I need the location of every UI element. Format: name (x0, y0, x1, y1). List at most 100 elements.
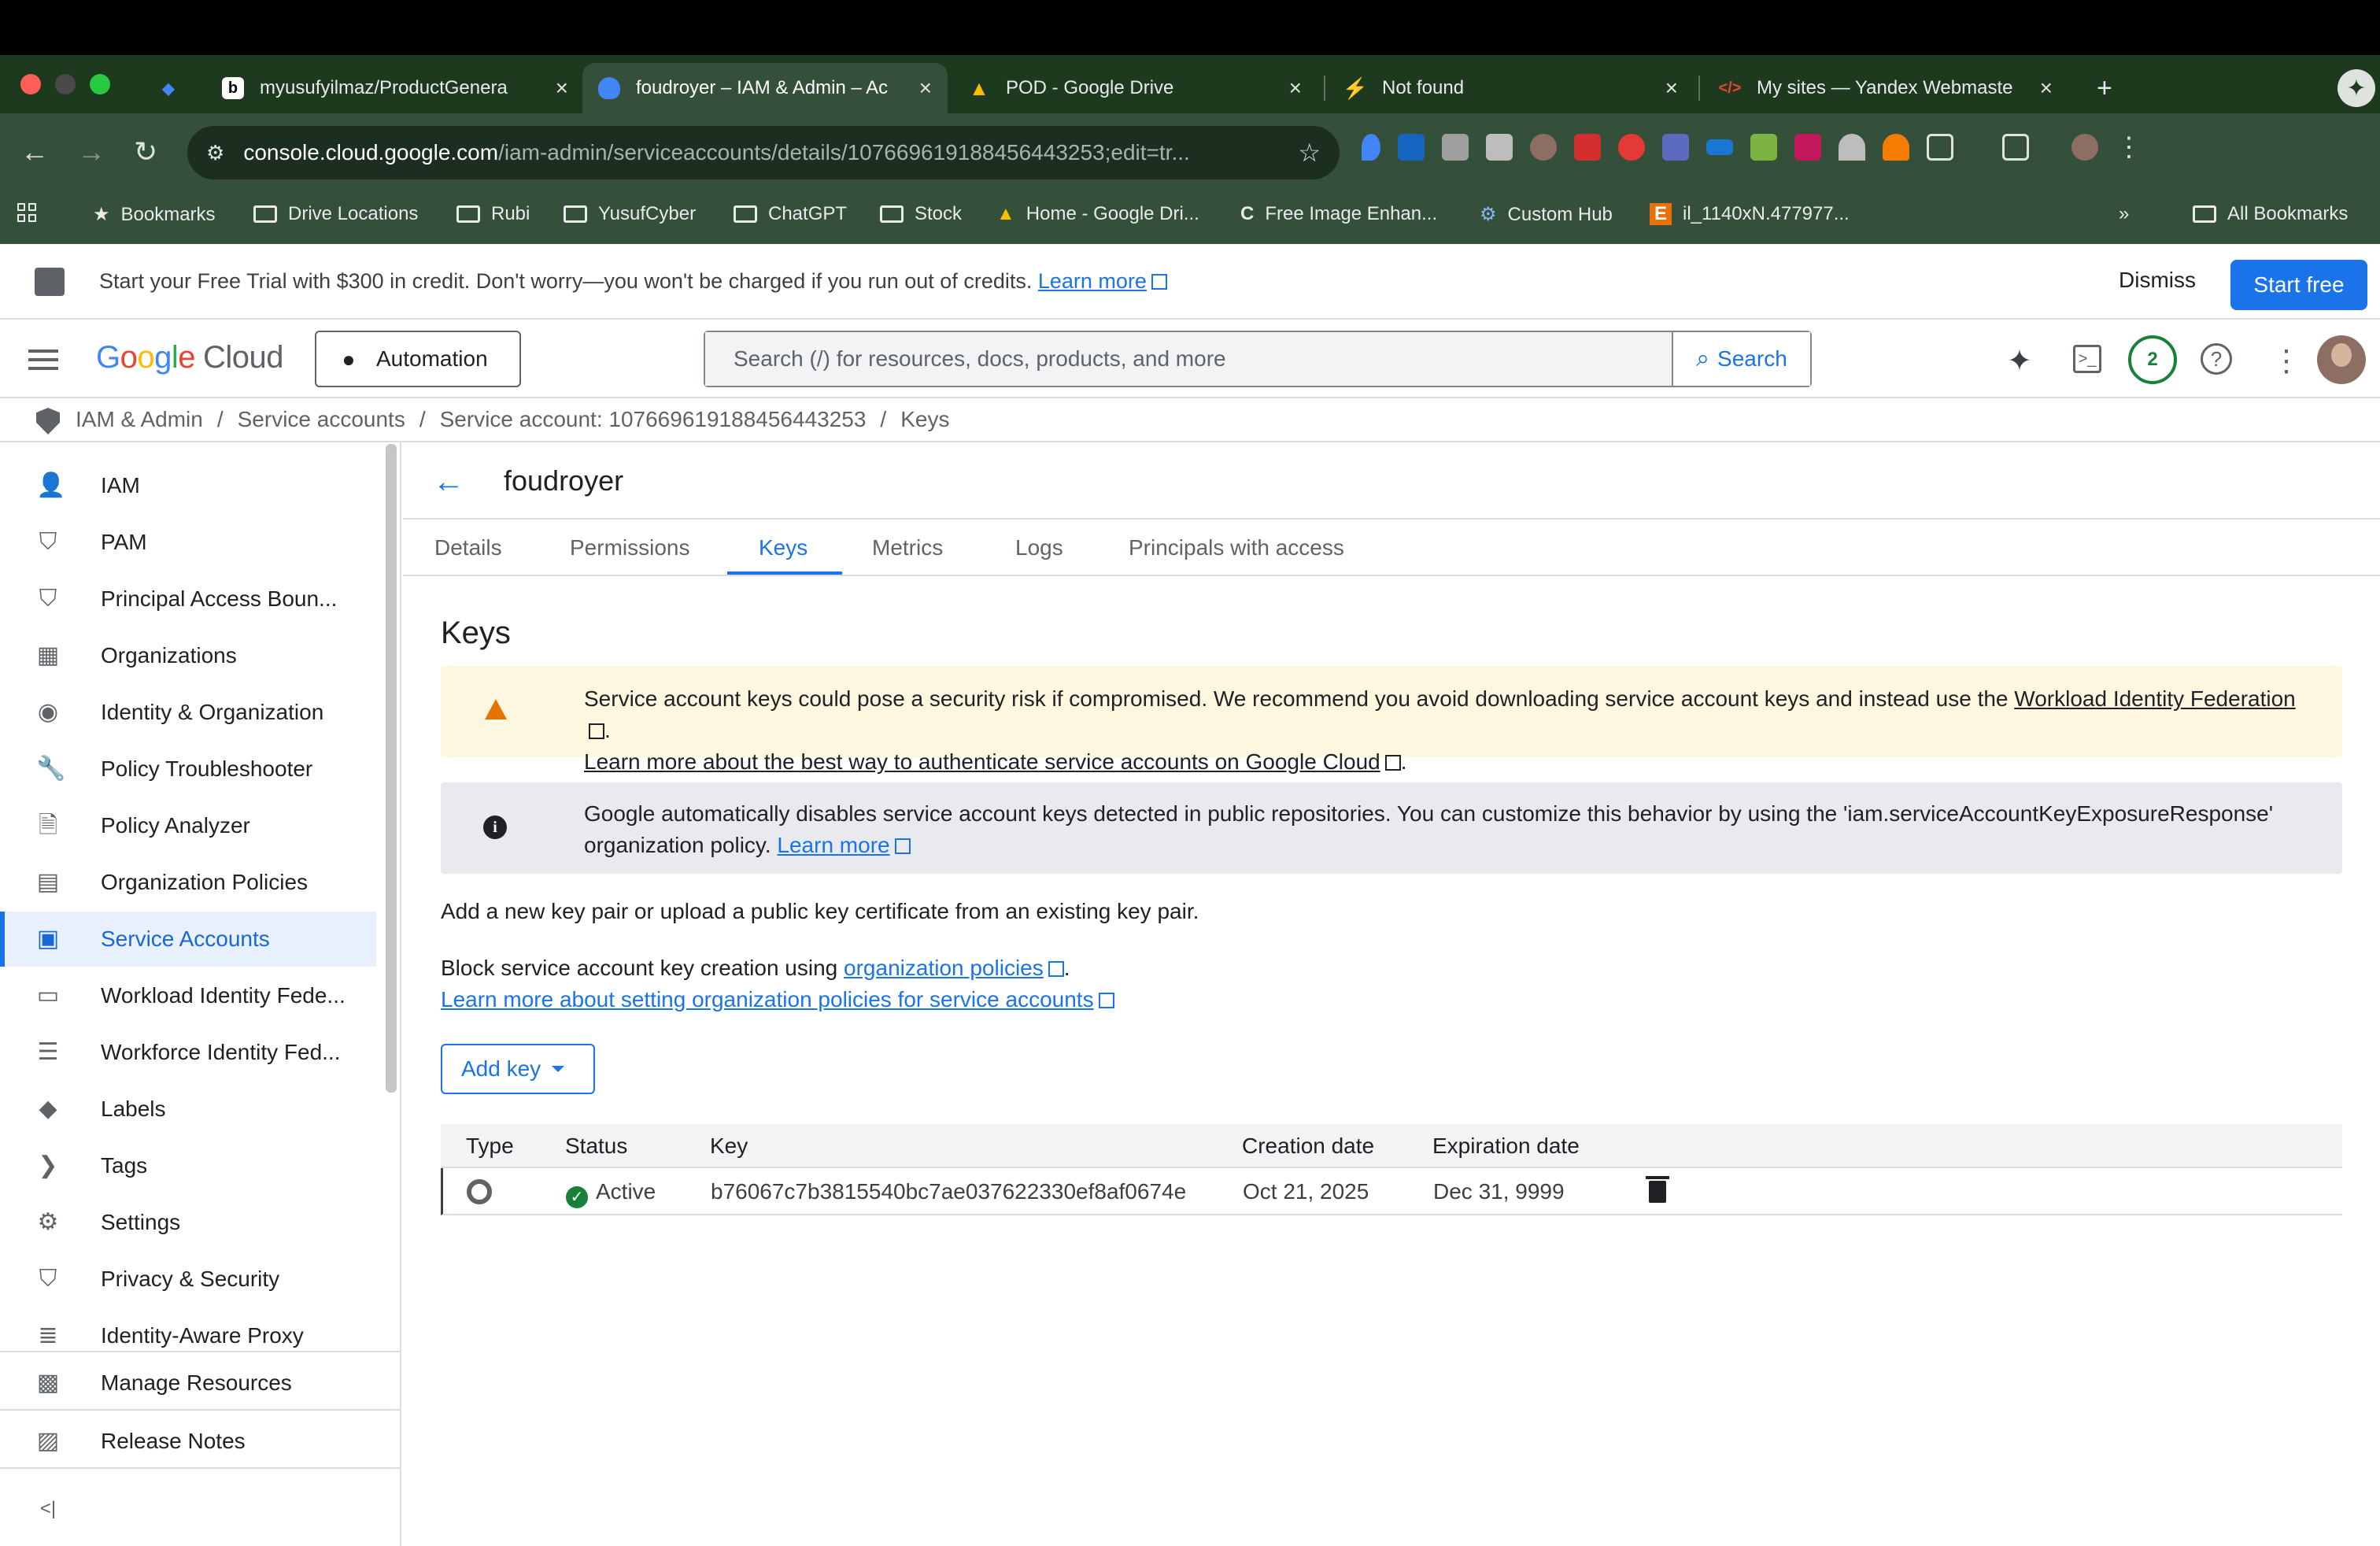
authenticate-service-accounts-link[interactable]: Learn more about the best way to authent… (584, 749, 1380, 774)
sidebar-item-privacy-security[interactable]: ⛉ Privacy & Security (0, 1252, 376, 1307)
google-cloud-logo[interactable]: Google Cloud (96, 340, 284, 375)
sidebar-item-iam[interactable]: 👤 IAM (0, 458, 376, 513)
ext-heart-icon[interactable] (1839, 134, 1865, 161)
reading-list-icon[interactable] (2002, 134, 2029, 161)
tab-yandex[interactable]: </> My sites — Yandex Webmaste × (1703, 63, 2068, 113)
sidebar-item-policy-troubleshooter[interactable]: 🔧 Policy Troubleshooter (0, 742, 376, 797)
organization-policies-link[interactable]: organization policies (844, 956, 1044, 980)
puzzle-icon[interactable] (1927, 134, 1953, 161)
trial-learn-more-link[interactable]: Learn more (1038, 269, 1147, 293)
tab-principals-with-access[interactable]: Principals with access (1129, 535, 1344, 560)
sidebar-item-policy-analyzer[interactable]: 🗎 Policy Analyzer (0, 798, 376, 853)
profile-avatar[interactable] (2071, 134, 2098, 161)
workload-identity-link[interactable]: Workload Identity Federation (2014, 686, 2295, 711)
collapse-sidebar-button[interactable]: <| (0, 1481, 94, 1537)
sidebar-item-settings[interactable]: ⚙ Settings (0, 1195, 376, 1250)
sidebar-item-identity-organization[interactable]: ◉ Identity & Organization (0, 685, 376, 740)
bookmark-folder[interactable]: Stock (880, 203, 962, 225)
ext-orange-icon[interactable] (1883, 134, 1909, 161)
close-icon[interactable]: × (1665, 76, 1678, 101)
new-tab-button[interactable]: + (2081, 63, 2128, 113)
all-bookmarks-folder[interactable]: All Bookmarks (2193, 203, 2348, 225)
help-icon[interactable]: ? (2201, 343, 2232, 375)
add-key-button[interactable]: Add key (441, 1044, 595, 1094)
breadcrumb-service-accounts[interactable]: Service accounts (238, 407, 405, 432)
close-window-button[interactable] (20, 74, 41, 94)
sidebar-item-tags[interactable]: ❯ Tags (0, 1138, 376, 1193)
bookmark-item[interactable]: ★ Bookmarks (93, 203, 216, 226)
sidebar-item-organizations[interactable]: ▦ Organizations (0, 628, 376, 683)
info-learn-more-link[interactable]: Learn more (777, 833, 889, 857)
tab-logs[interactable]: Logs (1015, 535, 1063, 560)
delete-icon[interactable] (1646, 1176, 1669, 1203)
cloud-shell-icon[interactable]: >_ (2073, 345, 2101, 373)
ext-red-icon[interactable] (1574, 134, 1601, 161)
ext-p-icon[interactable] (1662, 134, 1689, 161)
gemini-button[interactable]: ✦ (2322, 63, 2380, 113)
tab-iam-admin[interactable]: foudroyer – IAM & Admin – Ac × (582, 63, 948, 113)
back-arrow-icon[interactable]: ← (433, 464, 464, 500)
site-settings-icon[interactable]: ⚙ (206, 141, 224, 165)
close-icon[interactable]: × (2040, 76, 2053, 101)
tab-github[interactable]: b myusufyilmaz/ProductGenera × (206, 63, 584, 113)
automation-button[interactable]: ● Automation (315, 331, 521, 387)
breadcrumb-iam-admin[interactable]: IAM & Admin (76, 407, 203, 432)
more-vert-icon[interactable]: ⋮ (2271, 343, 2301, 379)
bookmark-folder[interactable]: Rubi (456, 203, 530, 225)
ext-mail-icon[interactable] (1442, 134, 1469, 161)
tab-metrics[interactable]: Metrics (872, 535, 943, 560)
sidebar-item-organization-policies[interactable]: ▤ Organization Policies (0, 855, 376, 910)
address-bar[interactable]: ⚙ console.cloud.google.com/iam-admin/ser… (187, 126, 1340, 179)
ext-chart-icon[interactable] (1706, 139, 1733, 155)
more-bookmarks-button[interactable]: » (2119, 203, 2129, 225)
forward-arrow-icon[interactable]: → (77, 135, 105, 168)
sidebar-scrollbar[interactable] (386, 444, 397, 1093)
ext-diamond-icon[interactable] (1362, 134, 1380, 161)
ext-b-icon[interactable] (1398, 134, 1425, 161)
hamburger-menu-icon[interactable] (28, 350, 58, 375)
more-vert-icon[interactable]: ⋮ (2116, 134, 2142, 161)
close-icon[interactable]: × (919, 76, 932, 101)
notifications-badge[interactable]: 2 (2128, 335, 2177, 384)
close-icon[interactable]: × (556, 76, 568, 101)
sidebar-item-workforce-identity[interactable]: ☰ Workforce Identity Fed... (0, 1025, 376, 1080)
tab-google-drive[interactable]: ▲ POD - Google Drive × (952, 63, 1318, 113)
tab-permissions[interactable]: Permissions (570, 535, 689, 560)
pinned-tab[interactable]: ◆ (150, 63, 195, 113)
reload-icon[interactable]: ↻ (134, 135, 157, 168)
dismiss-button[interactable]: Dismiss (2119, 268, 2196, 293)
ext-glasses-icon[interactable] (1750, 134, 1777, 161)
account-avatar[interactable] (2317, 335, 2366, 384)
close-icon[interactable]: × (1289, 76, 1302, 101)
search-input[interactable]: Search (/) for resources, docs, products… (705, 332, 1672, 386)
search-button[interactable]: ⌕ Search (1672, 332, 1810, 386)
back-arrow-icon[interactable]: ← (20, 135, 49, 168)
sidebar-item-manage-resources[interactable]: ▩ Manage Resources (0, 1356, 376, 1411)
breadcrumb-service-account[interactable]: Service account: 107669619188456443253 (440, 407, 867, 432)
ext-lr-icon[interactable] (1794, 134, 1821, 161)
policies-learn-more-link[interactable]: Learn more about setting organization po… (441, 987, 1094, 1012)
bookmark-item[interactable]: Eil_1140xN.477977... (1650, 203, 1850, 225)
bookmark-item[interactable]: ▲ Home - Google Dri... (996, 203, 1199, 225)
tab-not-found[interactable]: ⚡ Not found × (1329, 63, 1694, 113)
bookmark-folder[interactable]: Drive Locations (253, 203, 418, 225)
ext-r-icon[interactable] (1486, 134, 1513, 161)
tab-details[interactable]: Details (434, 535, 502, 560)
ext-avatar-icon[interactable] (1530, 134, 1557, 161)
maximize-window-button[interactable] (90, 74, 110, 94)
ext-abp-icon[interactable] (1618, 134, 1645, 161)
sidebar-item-service-accounts[interactable]: ▣ Service Accounts (0, 912, 376, 967)
sidebar-item-labels[interactable]: ◆ Labels (0, 1082, 376, 1137)
sidebar-item-principal-access-boundary[interactable]: ⛉ Principal Access Boun... (0, 571, 376, 627)
bookmark-folder[interactable]: ChatGPT (734, 203, 847, 225)
sidebar-item-release-notes[interactable]: ▨ Release Notes (0, 1414, 376, 1469)
tab-keys[interactable]: Keys (759, 535, 808, 560)
start-free-button[interactable]: Start free (2230, 260, 2367, 310)
bookmark-item[interactable]: ⚙ Custom Hub (1480, 203, 1613, 226)
bookmark-item[interactable]: C Free Image Enhan... (1240, 203, 1437, 225)
bookmark-folder[interactable]: YusufCyber (564, 203, 696, 225)
minimize-window-button[interactable] (55, 74, 76, 94)
apps-grid-icon[interactable] (17, 203, 36, 222)
gemini-sparkle-icon[interactable]: ✦ (2007, 343, 2032, 379)
star-icon[interactable]: ☆ (1298, 138, 1321, 168)
